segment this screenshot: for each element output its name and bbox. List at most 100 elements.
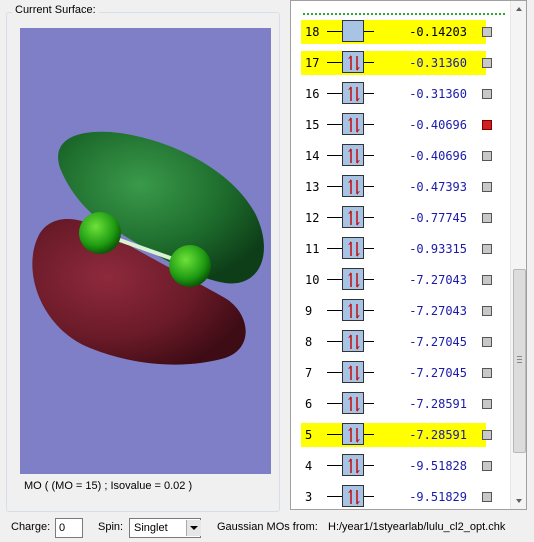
mo-row[interactable]: 17 -0.31360 <box>291 49 509 77</box>
mo-row[interactable]: 18 -0.14203 <box>291 18 509 46</box>
electron-pair-icon <box>342 175 364 197</box>
electron-pair-icon <box>342 454 364 476</box>
electron-pair-icon <box>342 423 364 445</box>
mo-list-scrollbar[interactable] <box>510 1 526 509</box>
electron-pair-icon <box>342 206 364 228</box>
mo-number: 10 <box>305 273 320 287</box>
mo-number: 15 <box>305 118 320 132</box>
mo-row[interactable]: 8 -7.27045 <box>291 328 509 356</box>
mo-number: 18 <box>305 25 320 39</box>
electron-pair-icon <box>342 51 364 73</box>
mo-number: 14 <box>305 149 320 163</box>
mo-number: 13 <box>305 180 320 194</box>
electron-pair-icon <box>342 268 364 290</box>
mo-energy: -0.47393 <box>409 180 467 194</box>
mo-number: 4 <box>305 459 313 473</box>
mo-row[interactable]: 6 -7.28591 <box>291 390 509 418</box>
mo-energy: -0.14203 <box>409 25 467 39</box>
mo-energy: -0.77745 <box>409 211 467 225</box>
mo-number: 12 <box>305 211 320 225</box>
mo-select-checkbox[interactable] <box>482 182 492 192</box>
mo-energy: -0.31360 <box>409 87 467 101</box>
mo-row[interactable]: 16 -0.31360 <box>291 80 509 108</box>
mo-caption: MO ( (MO = 15) ; Isovalue = 0.02 ) <box>24 480 193 492</box>
mo-energy-list[interactable]: 18 -0.14203 17 -0.31360 16 -0.31360 15 -0.40696… <box>290 0 527 510</box>
mo-select-checkbox[interactable] <box>482 430 492 440</box>
spin-select[interactable]: Singlet <box>129 518 201 538</box>
mo-energy: -7.27045 <box>409 335 467 349</box>
mo-select-checkbox[interactable] <box>482 275 492 285</box>
scroll-down-button[interactable] <box>511 493 526 509</box>
mo-select-checkbox[interactable] <box>482 244 492 254</box>
mo-row[interactable]: 5 -7.28591 <box>291 421 509 449</box>
electron-pair-icon <box>342 299 364 321</box>
chevron-down-icon[interactable] <box>186 520 201 536</box>
electron-pair-icon <box>342 485 364 507</box>
current-surface-title: Current Surface: <box>12 4 99 16</box>
mo-row[interactable]: 9 -7.27043 <box>291 297 509 325</box>
source-label: Gaussian MOs from: <box>217 521 318 533</box>
scroll-thumb[interactable] <box>513 269 526 453</box>
mo-energy: -9.51829 <box>409 490 467 504</box>
arrow-up-icon <box>516 7 522 11</box>
molecule-viewer[interactable] <box>20 28 271 474</box>
mo-energy: -7.27043 <box>409 273 467 287</box>
spin-value: Singlet <box>134 522 168 534</box>
mo-select-checkbox[interactable] <box>482 213 492 223</box>
source-path: H:/year1/1styearlab/lulu_cl2_opt.chk <box>328 521 506 533</box>
mo-energy: -0.93315 <box>409 242 467 256</box>
cl-atom-2 <box>169 245 211 287</box>
charge-label: Charge: <box>11 521 51 533</box>
electron-pair-icon <box>342 237 364 259</box>
mo-number: 7 <box>305 366 313 380</box>
mo-number: 5 <box>305 428 313 442</box>
mo-number: 17 <box>305 56 320 70</box>
empty-orbital-icon <box>342 20 364 42</box>
mo-select-checkbox[interactable] <box>482 27 492 37</box>
mo-energy: -7.28591 <box>409 428 467 442</box>
mo-select-checkbox[interactable] <box>482 120 492 130</box>
mo-row[interactable]: 14 -0.40696 <box>291 142 509 170</box>
mo-row[interactable]: 11 -0.93315 <box>291 235 509 263</box>
mo-number: 8 <box>305 335 313 349</box>
mo-select-checkbox[interactable] <box>482 151 492 161</box>
mo-row[interactable]: 4 -9.51828 <box>291 452 509 480</box>
mo-number: 6 <box>305 397 313 411</box>
mo-energy: -9.51828 <box>409 459 467 473</box>
mo-select-checkbox[interactable] <box>482 492 492 502</box>
mo-row[interactable]: 13 -0.47393 <box>291 173 509 201</box>
mo-number: 9 <box>305 304 313 318</box>
mo-energy: -0.40696 <box>409 149 467 163</box>
mo-number: 3 <box>305 490 313 504</box>
orbital-render <box>32 131 264 365</box>
mo-row[interactable]: 15 -0.40696 <box>291 111 509 139</box>
electron-pair-icon <box>342 82 364 104</box>
charge-input[interactable] <box>55 518 83 538</box>
mo-number: 16 <box>305 87 320 101</box>
mo-number: 11 <box>305 242 320 256</box>
electron-pair-icon <box>342 361 364 383</box>
scroll-up-button[interactable] <box>511 1 526 17</box>
mo-row[interactable]: 12 -0.77745 <box>291 204 509 232</box>
mo-select-checkbox[interactable] <box>482 399 492 409</box>
electron-pair-icon <box>342 144 364 166</box>
mo-select-checkbox[interactable] <box>482 306 492 316</box>
spin-label: Spin: <box>98 521 124 533</box>
electron-pair-icon <box>342 113 364 135</box>
mo-select-checkbox[interactable] <box>482 368 492 378</box>
mo-select-checkbox[interactable] <box>482 58 492 68</box>
mo-select-checkbox[interactable] <box>482 337 492 347</box>
cl-atom-1 <box>79 212 121 254</box>
mo-energy: -0.31360 <box>409 56 467 70</box>
mo-select-checkbox[interactable] <box>482 89 492 99</box>
mo-row[interactable]: 10 -7.27043 <box>291 266 509 294</box>
electron-pair-icon <box>342 392 364 414</box>
homo-lumo-separator <box>303 13 505 15</box>
mo-energy: -7.27043 <box>409 304 467 318</box>
mo-row[interactable]: 3 -9.51829 <box>291 483 509 509</box>
mo-energy: -7.28591 <box>409 397 467 411</box>
mo-energy: -0.40696 <box>409 118 467 132</box>
mo-select-checkbox[interactable] <box>482 461 492 471</box>
electron-pair-icon <box>342 330 364 352</box>
mo-row[interactable]: 7 -7.27045 <box>291 359 509 387</box>
